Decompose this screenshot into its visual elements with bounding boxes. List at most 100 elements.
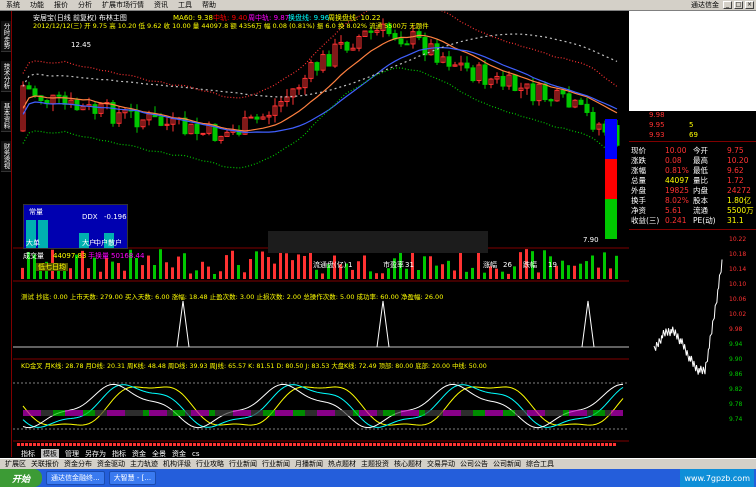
volume-bar <box>195 270 198 279</box>
volume-bar <box>615 255 618 279</box>
tab-indicator-2[interactable]: 指标 <box>112 449 126 459</box>
bottom-bar <box>85 443 88 446</box>
ohlc-readout: 2012/12/12(三) 开 9.75 高 10.20 低 9.62 收 10… <box>33 22 429 30</box>
bottom-bar <box>97 443 100 446</box>
volume-bar <box>291 260 294 279</box>
axis-label: 9.90 <box>729 356 743 363</box>
band-block <box>587 410 593 416</box>
tab-fundamentals[interactable]: 基本资料 <box>1 101 11 132</box>
maximize-button[interactable]: □ <box>734 1 743 9</box>
task-tdx[interactable]: 通达信金融终... <box>46 471 105 485</box>
bottom-bar <box>281 443 284 446</box>
quick-item[interactable]: 资金驱动 <box>97 459 125 469</box>
quick-item[interactable]: 资金分布 <box>64 459 92 469</box>
quick-item[interactable]: 行业攻略 <box>196 459 224 469</box>
close-button[interactable]: × <box>745 1 754 9</box>
chart-area[interactable]: 安居宝(日线 前复权) 布林主图 MA60: 9.38 中轨: 9.40 周中轨… <box>13 11 629 458</box>
quick-item[interactable]: 扩展区 <box>5 459 26 469</box>
bottom-bar <box>417 443 420 446</box>
quick-item[interactable]: 行业新闻 <box>262 459 290 469</box>
band-block <box>107 410 113 416</box>
band-block <box>413 410 419 416</box>
bottom-bar <box>433 443 436 446</box>
quick-item[interactable]: 公司新闻 <box>493 459 521 469</box>
start-button[interactable]: 开始 <box>0 469 42 487</box>
quick-item[interactable]: 机构评级 <box>163 459 191 469</box>
band-block <box>23 410 29 416</box>
bottom-bar <box>569 443 572 446</box>
band-block <box>149 410 155 416</box>
quick-item[interactable]: 核心题材 <box>394 459 422 469</box>
quick-item[interactable]: 热点题材 <box>328 459 356 469</box>
quick-item[interactable]: 月播新闻 <box>295 459 323 469</box>
tab-save-as[interactable]: 另存为 <box>85 449 106 459</box>
bottom-bar <box>373 443 376 446</box>
quick-item[interactable]: 公司公告 <box>460 459 488 469</box>
band-block <box>401 410 407 416</box>
volume-bar <box>231 250 234 279</box>
quote-v2: 5500万 <box>727 205 754 215</box>
tab-capital[interactable]: 资金 <box>132 449 146 459</box>
tab-intraday[interactable]: 分时走势 <box>1 21 11 52</box>
volume-bar <box>459 250 462 279</box>
quick-item[interactable]: 主题投资 <box>361 459 389 469</box>
bottom-bar <box>381 443 384 446</box>
quick-item[interactable]: 主力轨迹 <box>130 459 158 469</box>
candle-body <box>110 102 116 124</box>
bottom-bar <box>153 443 156 446</box>
menu-tools[interactable]: 工具 <box>178 0 192 10</box>
quick-item[interactable]: 行业新闻 <box>229 459 257 469</box>
menu-quote[interactable]: 报价 <box>54 0 68 10</box>
band-block <box>341 410 347 416</box>
menu-bar: 系统 功能 报价 分析 扩展市场行情 资讯 工具 帮助 通达信金 _ □ × <box>0 0 756 11</box>
tab-finance[interactable]: 财务透视 <box>1 141 11 172</box>
tooltip-box <box>268 231 488 253</box>
bottom-bar <box>529 443 532 446</box>
quick-item[interactable]: 关联报价 <box>31 459 59 469</box>
menu-extended-market[interactable]: 扩展市场行情 <box>102 0 144 10</box>
menu-function[interactable]: 功能 <box>30 0 44 10</box>
volume-bar <box>93 257 96 279</box>
quick-item[interactable]: 交易异动 <box>427 459 455 469</box>
tab-manage[interactable]: 管理 <box>65 449 79 459</box>
band-block <box>137 410 143 416</box>
axis-label: 9.74 <box>729 416 743 423</box>
menu-news[interactable]: 资讯 <box>154 0 168 10</box>
tab-technical[interactable]: 技术分析 <box>1 61 11 92</box>
task-dzh[interactable]: 大智慧 - [... <box>108 471 157 485</box>
band-block <box>443 410 449 416</box>
band-block <box>317 410 323 416</box>
band-block <box>365 410 371 416</box>
band-block <box>545 410 551 416</box>
tab-cs[interactable]: cs <box>192 450 200 458</box>
tab-template[interactable]: 模板 <box>41 448 59 459</box>
tab-indicator[interactable]: 指标 <box>21 449 35 459</box>
bottom-bar <box>313 443 316 446</box>
quote-row: 现价 10.00 今开 9.75 <box>629 145 756 155</box>
bottom-bar <box>193 443 196 446</box>
side-label-ddx-value: -0.196 <box>104 213 127 221</box>
quick-item[interactable]: 综合工具 <box>526 459 554 469</box>
volume-bar <box>159 249 162 279</box>
menu-help[interactable]: 帮助 <box>202 0 216 10</box>
bottom-bar <box>129 443 132 446</box>
band-block <box>269 410 275 416</box>
band-block <box>47 410 53 416</box>
volume-bar <box>99 271 102 279</box>
menu-analysis[interactable]: 分析 <box>78 0 92 10</box>
axis-label: 10.06 <box>729 296 747 303</box>
candle-body <box>590 111 596 130</box>
volume-bar <box>453 270 456 279</box>
bottom-bar <box>573 443 576 446</box>
bottom-bar <box>149 443 152 446</box>
tab-panorama[interactable]: 全景 <box>152 449 166 459</box>
quote-v2: 9.75 <box>727 145 744 155</box>
minimize-button[interactable]: _ <box>723 1 732 9</box>
bottom-bar <box>265 443 268 446</box>
band-block <box>569 410 575 416</box>
menu-system[interactable]: 系统 <box>6 0 20 10</box>
candle-body <box>434 43 440 63</box>
bottom-bar <box>597 443 600 446</box>
tab-capital-2[interactable]: 资金 <box>172 449 186 459</box>
quote-v2: 1.72 <box>727 175 744 185</box>
